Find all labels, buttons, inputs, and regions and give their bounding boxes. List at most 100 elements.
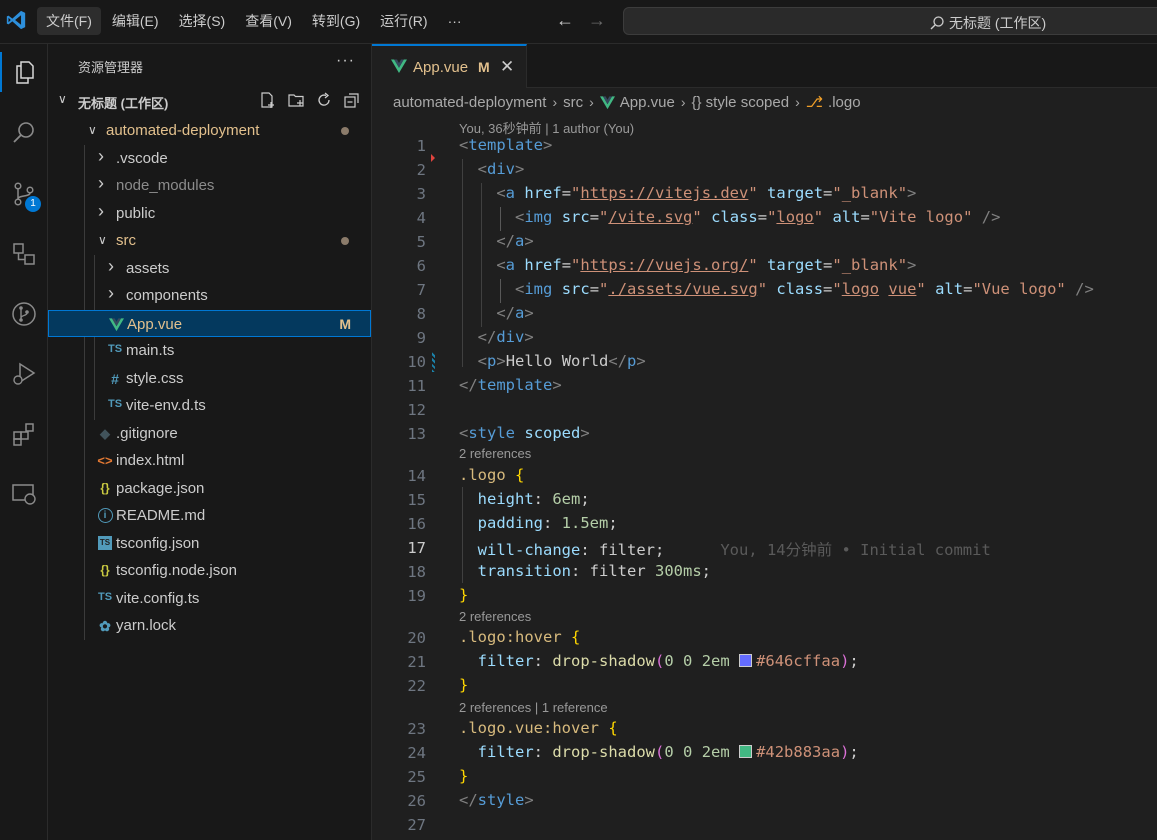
command-center-search[interactable]: 无标题 (工作区) <box>623 7 1157 35</box>
source-control-button[interactable]: 1 <box>0 174 48 214</box>
code-line: 20 .logo:hover { <box>407 628 581 647</box>
remote-window-icon <box>12 484 36 505</box>
chevron-right-icon: › <box>552 94 558 110</box>
code-editor[interactable]: You, 36秒钟前 | 1 author (You) 1 <template> … <box>372 112 1157 840</box>
run-debug-icon <box>13 362 36 385</box>
css-icon: # <box>111 370 119 387</box>
code-line: 23 .logo.vue:hover { <box>407 719 618 738</box>
tree-item-label: .vscode <box>116 149 168 167</box>
menu-go[interactable]: 转到(G) <box>303 7 369 35</box>
tab-app-vue[interactable]: App.vue M ✕ <box>372 44 527 88</box>
color-swatch[interactable] <box>739 654 753 667</box>
breadcrumb: automated-deployment › src › App.vue › {… <box>393 93 861 112</box>
tree-item-label: vite-env.d.ts <box>126 397 206 414</box>
explorer-sidebar: 资源管理器 ··· ∨ 无标题 (工作区) ∨ automated-deploym… <box>48 44 372 840</box>
tree-item[interactable]: › assets <box>48 255 371 282</box>
git-icon: ◆ <box>100 425 110 441</box>
workspace-label: 无标题 (工作区) <box>78 96 169 111</box>
menu-view[interactable]: 查看(V) <box>236 7 301 35</box>
menu-run[interactable]: 运行(R) <box>371 7 436 35</box>
code-line: 21 filter: drop-shadow(0 0 2em #646cffaa… <box>407 652 859 671</box>
menu-selection[interactable]: 选择(S) <box>170 7 235 35</box>
workspace-header[interactable]: ∨ 无标题 (工作区) <box>48 89 371 113</box>
menu-edit[interactable]: 编辑(E) <box>103 7 168 35</box>
git-graph-button[interactable] <box>0 294 48 334</box>
tree-item[interactable]: ✿ yarn.lock <box>48 612 371 639</box>
tree-item[interactable]: # style.css <box>48 365 371 392</box>
breadcrumb-style[interactable]: {} style scoped <box>692 94 790 111</box>
tree-item[interactable]: ∨ automated-deployment <box>48 117 371 144</box>
tree-item[interactable]: ◆ .gitignore <box>48 420 371 447</box>
code-line: 24 filter: drop-shadow(0 0 2em #42b883aa… <box>407 743 859 762</box>
code-line: 13 <style scoped> <box>407 424 590 443</box>
remote-explorer-button[interactable] <box>0 234 48 274</box>
explorer-button[interactable] <box>0 52 48 92</box>
tree-item[interactable]: TS vite.config.ts <box>48 585 371 612</box>
new-folder-icon[interactable] <box>287 91 305 109</box>
code-line: 16 padding: 1.5em; <box>407 514 618 533</box>
chevron-right-icon: › <box>98 200 104 221</box>
sidebar-more-button[interactable]: ··· <box>336 52 355 70</box>
breadcrumb-folder[interactable]: automated-deployment <box>393 94 546 111</box>
activity-bar: 1 <box>0 44 48 840</box>
editor-tabs: App.vue M ✕ <box>372 44 1157 88</box>
run-debug-button[interactable] <box>0 354 48 394</box>
code-line: 12 <box>407 401 426 419</box>
tree-item[interactable]: ∨ src <box>48 227 371 254</box>
tree-item[interactable]: TS vite-env.d.ts <box>48 392 371 419</box>
forward-arrow-icon[interactable]: → <box>588 10 606 31</box>
tree-item[interactable]: <> index.html <box>48 447 371 474</box>
code-line: 19} <box>407 586 469 605</box>
tsconfig-icon: TS <box>97 535 113 550</box>
tree-item[interactable]: {} package.json <box>48 475 371 502</box>
chevron-right-icon: › <box>795 94 800 110</box>
code-line: 6 <a href="https://vuejs.org/" target="_… <box>416 256 917 275</box>
tree-item[interactable]: {} tsconfig.node.json <box>48 557 371 584</box>
breadcrumb-src[interactable]: src <box>563 94 583 111</box>
code-line: 4 <img src="/vite.svg" class="logo" alt=… <box>416 208 1001 227</box>
codelens-references[interactable]: 2 references <box>459 609 531 624</box>
tree-item[interactable]: › node_modules <box>48 172 371 199</box>
code-line: 2 <div> <box>416 160 525 179</box>
tree-item[interactable]: › public <box>48 200 371 227</box>
codelens-references[interactable]: 2 references <box>459 446 531 461</box>
tree-item-label: tsconfig.node.json <box>116 562 237 579</box>
tree-item-label: tsconfig.json <box>116 534 200 552</box>
json-icon: {} <box>100 563 110 577</box>
files-icon <box>16 61 34 84</box>
breadcrumb-selector[interactable]: .logo <box>828 94 861 111</box>
tree-item[interactable]: › components <box>48 282 371 309</box>
code-line: 18 transition: filter 300ms; <box>407 562 712 581</box>
code-line: 10 <p>Hello World</p> <box>407 352 646 371</box>
code-line: 9 </div> <box>416 328 534 347</box>
git-blame-annotation: You, 14分钟前 • Initial commit <box>720 541 991 559</box>
extensions-button[interactable] <box>0 414 48 454</box>
code-line: 22} <box>407 676 469 695</box>
refresh-icon[interactable] <box>315 91 333 109</box>
remote-window-button[interactable] <box>0 474 48 514</box>
new-file-icon[interactable] <box>259 91 277 109</box>
close-icon[interactable]: ✕ <box>500 57 514 77</box>
tree-item-label: package.json <box>116 479 205 497</box>
vue-icon <box>391 59 407 73</box>
git-graph-icon <box>12 302 36 326</box>
tab-label: App.vue <box>413 59 469 76</box>
breadcrumb-file[interactable]: App.vue <box>620 94 675 111</box>
tree-item[interactable]: › .vscode <box>48 145 371 172</box>
html-icon: <> <box>97 453 113 468</box>
tree-item[interactable]: App.vue M <box>48 309 371 337</box>
code-line: 5 </a> <box>416 232 534 251</box>
color-swatch[interactable] <box>739 745 753 758</box>
collapse-all-icon[interactable] <box>343 91 361 109</box>
tree-item[interactable]: TS tsconfig.json <box>48 530 371 557</box>
menu-file[interactable]: 文件(F) <box>37 7 101 35</box>
menu-more[interactable]: ··· <box>439 7 471 35</box>
tree-item[interactable]: i README.md <box>48 502 371 529</box>
code-line-current: 17 will-change: filter; You, 14分钟前 • Ini… <box>407 539 991 559</box>
back-arrow-icon[interactable]: ← <box>556 10 574 31</box>
code-line: 26 </style> <box>407 791 534 810</box>
tree-item[interactable]: TS main.ts <box>48 337 371 364</box>
tree-item-label: style.css <box>126 369 184 387</box>
codelens-references[interactable]: 2 references | 1 reference <box>459 700 608 715</box>
search-button[interactable] <box>0 113 48 153</box>
